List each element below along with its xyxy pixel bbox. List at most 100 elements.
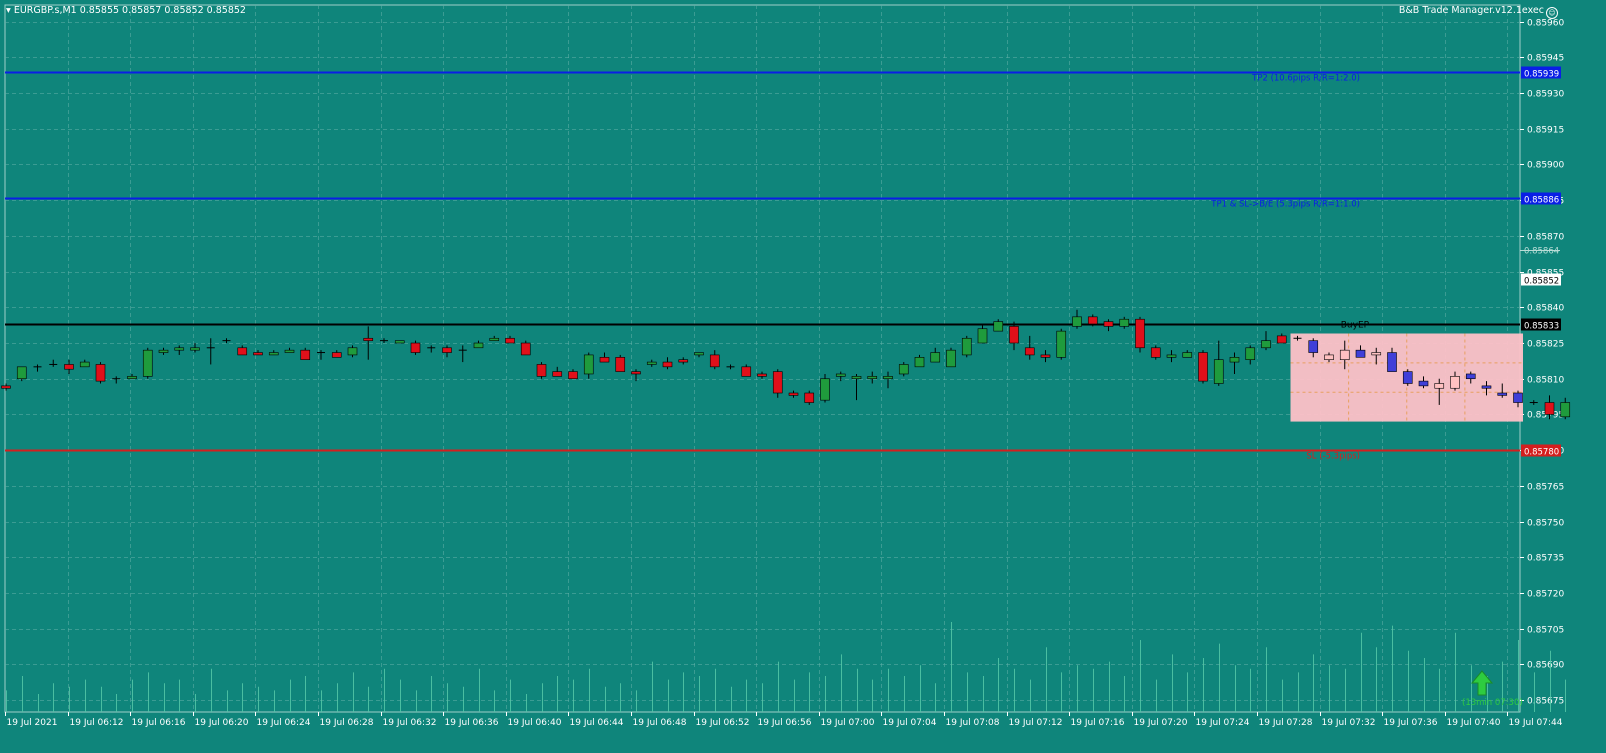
candle-body	[1402, 371, 1413, 384]
candle-body	[631, 371, 641, 375]
tp1-price-tag-text: 0.85886	[1524, 196, 1559, 206]
candle-body	[1513, 392, 1523, 403]
candle-body	[1213, 359, 1224, 384]
price-tick-label: 0.85675	[1527, 697, 1564, 707]
ea-name: B&B Trade Manager.v12.1exec	[1398, 5, 1544, 16]
candle	[898, 362, 909, 377]
chart-area[interactable]: 0.85960 0.85945 0.85930 0.85915 0.85900 0.858…	[0, 0, 1606, 753]
time-axis-label: 19 Jul 07:28	[1259, 718, 1313, 728]
candle-body	[1434, 383, 1445, 389]
candle-body	[174, 347, 185, 351]
candle-body	[1135, 318, 1145, 349]
candle-body	[662, 361, 673, 368]
candle-body	[568, 371, 578, 380]
time-axis-label: 19 Jul 2021	[7, 718, 58, 728]
candle-body	[977, 328, 988, 344]
price-chart[interactable]: 0.85960 0.85945 0.85930 0.85915 0.85900 0.858…	[0, 0, 1606, 753]
tp2-price-tag-text: 0.85939	[1524, 70, 1559, 80]
price-tick-label: 0.85900	[1527, 161, 1564, 171]
candle-body	[79, 361, 90, 368]
time-axis-label: 19 Jul 07:36	[1384, 718, 1438, 728]
candle	[867, 371, 878, 384]
time-axis-label: 19 Jul 06:44	[570, 718, 624, 728]
candle	[1402, 369, 1413, 386]
time-axis-label: 19 Jul 06:12	[70, 718, 124, 728]
price-tick-label: 0.85720	[1527, 590, 1564, 600]
candle	[253, 350, 263, 356]
candle	[788, 390, 799, 398]
candle	[237, 345, 248, 356]
candle	[1529, 400, 1538, 405]
price-tick-label: 0.85810	[1527, 376, 1564, 386]
candle	[1024, 335, 1035, 360]
candle	[427, 345, 436, 353]
candle	[347, 345, 358, 358]
candle-body	[552, 371, 563, 377]
candle	[1245, 345, 1256, 365]
candle-body	[16, 366, 27, 380]
time-axis-label: 19 Jul 07:44	[1509, 718, 1563, 728]
candle-body	[442, 347, 452, 353]
time-axis-label: 19 Jul 07:40	[1447, 718, 1501, 728]
candle	[1150, 345, 1161, 360]
candle	[268, 350, 279, 356]
candle	[678, 357, 689, 365]
time-axis-label: 19 Jul 06:32	[383, 718, 437, 728]
price-tick-label: 0.85765	[1527, 483, 1564, 493]
candle	[757, 371, 767, 379]
price-tick-label: 0.85705	[1527, 626, 1564, 636]
dropdown-triangle-icon[interactable]: ▾	[6, 5, 11, 16]
candle-body	[1087, 316, 1098, 325]
candle-body	[347, 347, 358, 356]
time-axis-label: 19 Jul 07:24	[1196, 718, 1250, 728]
candle-body	[1497, 392, 1508, 396]
candle	[331, 350, 342, 358]
candle	[190, 343, 200, 353]
candle	[1072, 309, 1082, 329]
price-tick-label: 0.85735	[1527, 554, 1564, 564]
candle	[49, 359, 58, 367]
candle	[1229, 352, 1240, 374]
candle	[206, 338, 215, 365]
tp1-label: TP1 & SL->B/E (5.3pips R/R=1:1.0)	[1210, 200, 1360, 210]
time-axis-label: 19 Jul 06:40	[508, 718, 562, 728]
candle-body	[1229, 357, 1240, 363]
candle-body	[804, 392, 815, 403]
candle	[961, 335, 972, 358]
time-axis-label: 19 Jul 06:16	[132, 718, 186, 728]
symbol-header[interactable]: ▾ EURGBP.s,M1 0.85855 0.85857 0.85852 0.…	[6, 5, 246, 16]
up-arrow-icon	[1470, 670, 1494, 696]
candle	[615, 354, 626, 372]
time-axis-label: 19 Jul 06:52	[696, 718, 750, 728]
candle	[820, 373, 830, 403]
candle	[883, 371, 893, 389]
candle-body	[1418, 380, 1429, 387]
candle	[993, 319, 1004, 332]
candle-body	[946, 349, 956, 368]
candle-body	[1371, 352, 1382, 356]
candle	[1056, 328, 1067, 360]
candle	[583, 352, 594, 379]
price-tick-label: 0.85930	[1527, 90, 1564, 100]
candle-body	[1324, 354, 1334, 360]
time-axis-label: 19 Jul 07:08	[946, 718, 1000, 728]
bid-price-tag-text: 0.85852	[1524, 277, 1559, 287]
candle	[694, 352, 704, 358]
time-axis-label: 19 Jul 07:20	[1134, 718, 1188, 728]
candle	[599, 352, 610, 363]
time-axis-label: 19 Jul 07:12	[1009, 718, 1063, 728]
candle-body	[1355, 349, 1366, 358]
candle	[127, 373, 137, 380]
buy-ep-label: BuyEP	[1341, 321, 1370, 331]
candle	[1119, 316, 1130, 329]
smiley-icon: ☺	[1546, 7, 1558, 19]
price-tick-label: 0.85960	[1527, 19, 1564, 29]
candle	[726, 364, 735, 370]
candle-body	[1308, 340, 1319, 353]
time-axis-label: 19 Jul 07:00	[821, 718, 875, 728]
candle	[1, 383, 11, 391]
candle-body	[599, 357, 610, 363]
candle-body	[646, 361, 657, 365]
candle-body	[757, 373, 767, 377]
time-axis-label: 19 Jul 06:36	[445, 718, 499, 728]
